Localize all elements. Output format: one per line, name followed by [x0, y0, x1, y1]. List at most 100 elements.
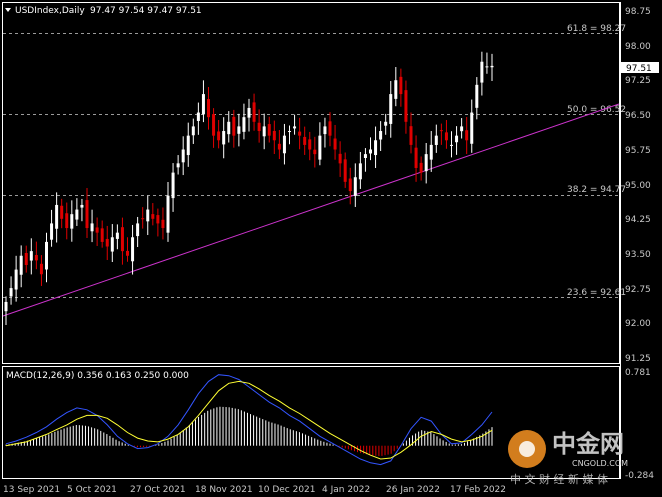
- candle-body: [404, 90, 408, 122]
- candle-body: [166, 195, 170, 233]
- candle-body: [257, 122, 261, 132]
- candle-body: [196, 112, 200, 121]
- candle-body: [455, 135, 459, 143]
- candle-body: [267, 124, 271, 136]
- candle-body: [353, 177, 357, 196]
- candle-body: [303, 136, 307, 145]
- candle-body: [201, 94, 205, 115]
- candle-body: [222, 131, 226, 145]
- candle-body: [414, 147, 418, 168]
- candle-body: [475, 84, 479, 108]
- candle-body: [369, 149, 372, 154]
- candle-body: [70, 214, 74, 229]
- fib-label-61: 61.8 = 98.27: [567, 24, 626, 34]
- candle-body: [29, 251, 33, 261]
- candle-body: [424, 154, 428, 172]
- candle-body: [282, 135, 286, 154]
- price-tick-label: 95.00: [625, 181, 651, 191]
- candle-body: [136, 223, 140, 237]
- cngold-url: CNGOLD.COM: [572, 459, 628, 468]
- candle-body: [328, 121, 332, 136]
- candle-body: [161, 219, 165, 229]
- candle-body: [105, 238, 109, 247]
- candle-body: [9, 288, 13, 297]
- candle-body: [90, 223, 94, 232]
- fib-label-38: 38.2 = 94.77: [567, 185, 626, 195]
- candle-body: [126, 250, 129, 256]
- candle-body: [363, 154, 367, 158]
- candle-body: [252, 102, 256, 122]
- candles: [4, 51, 494, 326]
- candle-body: [318, 135, 322, 160]
- time-tick-label: 10 Dec 2021: [258, 485, 316, 495]
- price-tick-label: 96.50: [625, 111, 651, 121]
- macd-tick-bottom: -0.284: [625, 471, 654, 481]
- macd-histogram: [5, 406, 493, 456]
- cngold-logo-text: 中金网: [552, 430, 624, 458]
- candle-body: [439, 130, 443, 132]
- candle-body: [176, 163, 180, 168]
- candle-body: [151, 214, 155, 219]
- time-tick-label: 18 Nov 2021: [195, 485, 253, 495]
- candle-body: [100, 228, 104, 242]
- candle-body: [374, 140, 378, 156]
- chart-window[interactable]: USDIndex,Daily 97.47 97.54 97.47 97.51 9…: [0, 0, 662, 497]
- price-tick-label: 91.25: [625, 354, 651, 364]
- ohlc-label: 97.47 97.54 97.47 97.51: [90, 6, 202, 16]
- candle-body: [343, 159, 347, 182]
- candle-body: [379, 131, 383, 140]
- candle-body: [60, 205, 64, 219]
- candle-body: [19, 255, 23, 275]
- candle-body: [308, 139, 312, 150]
- time-tick-label: 4 Jan 2022: [322, 485, 370, 495]
- candle-body: [156, 215, 160, 224]
- candle-body: [277, 143, 281, 150]
- dropdown-triangle-icon[interactable]: [5, 8, 11, 12]
- price-tick-label: 97.25: [625, 76, 651, 86]
- candle-body: [313, 149, 317, 155]
- time-tick-label: 26 Jan 2022: [386, 485, 440, 495]
- cngold-logo-inner: [519, 441, 535, 457]
- candle-body: [186, 135, 190, 156]
- candle-body: [120, 227, 124, 252]
- candle-body: [45, 241, 48, 270]
- candle-body: [181, 149, 185, 163]
- candle-body: [85, 200, 89, 229]
- trendline[interactable]: [2, 103, 620, 317]
- candle-body: [394, 80, 398, 99]
- candle-body: [480, 61, 484, 83]
- price-tick-label: 92.75: [625, 285, 651, 295]
- time-tick-label: 13 Sep 2021: [3, 485, 60, 495]
- candle-body: [115, 232, 119, 239]
- current-price-text: 97.51: [626, 64, 652, 74]
- macd-label: MACD(12,26,9) 0.356 0.163 0.250 0.000: [6, 371, 189, 381]
- candle-body: [298, 131, 302, 136]
- candle-body: [409, 126, 413, 145]
- candle-body: [232, 116, 236, 136]
- candle-body: [75, 209, 79, 220]
- price-tick-label: 92.00: [625, 319, 651, 329]
- candle-body: [358, 163, 362, 180]
- main-panel-border: [2, 2, 620, 364]
- candle-body: [384, 121, 388, 126]
- candle-body: [55, 204, 59, 229]
- time-axis: 13 Sep 2021 5 Oct 2021 27 Oct 2021 18 No…: [3, 485, 506, 495]
- candle-body: [348, 178, 352, 192]
- candle-body: [272, 130, 276, 141]
- candle-body: [24, 253, 28, 265]
- candle-body: [247, 107, 251, 118]
- candle-body: [191, 126, 195, 136]
- price-axis: 98.75 98.00 97.25 96.50 95.75 95.00 94.2…: [625, 7, 651, 364]
- candle-body: [14, 269, 18, 290]
- fib-label-50: 50.0 = 96.52: [567, 105, 626, 115]
- candle-body: [293, 126, 297, 129]
- macd-line: [5, 374, 493, 466]
- candle-body: [227, 121, 231, 135]
- candle-body: [242, 117, 246, 132]
- price-tick-label: 95.75: [625, 146, 651, 156]
- candle-body: [389, 94, 393, 124]
- cngold-watermark: 中金网 CNGOLD.COM 中 文 财 经 新 媒 体: [508, 430, 628, 486]
- candle-body: [50, 223, 54, 240]
- candle-body: [212, 114, 216, 136]
- candle-body: [460, 126, 464, 132]
